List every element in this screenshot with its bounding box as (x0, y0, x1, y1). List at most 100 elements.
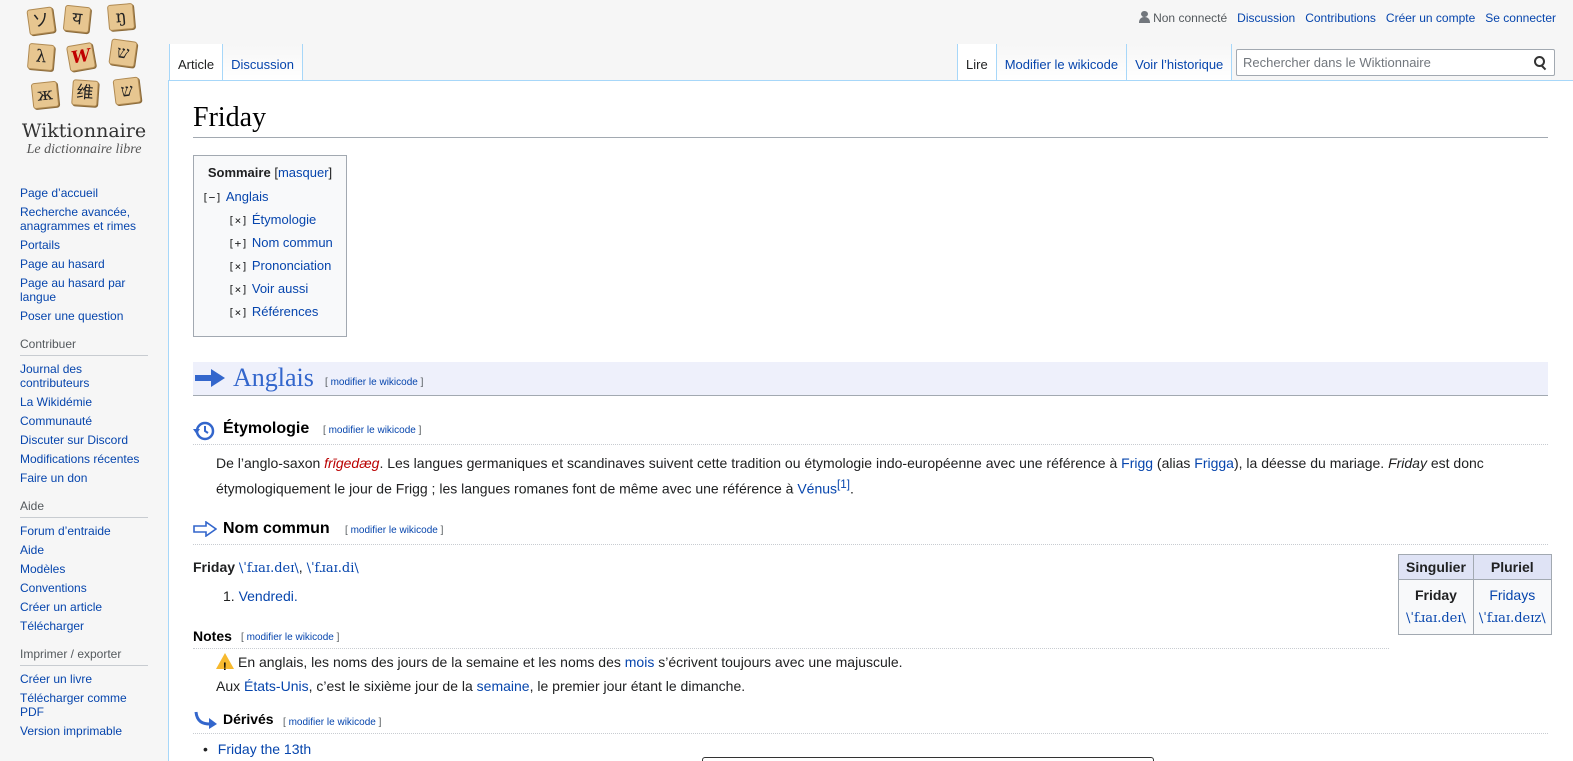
edit-section-link[interactable]: modifier le wikicode (289, 717, 376, 728)
sidebar-item-random-page[interactable]: Page au hasard (20, 257, 105, 271)
etymology-text: De l’anglo-saxon frīgedæg. Les langues g… (216, 452, 1556, 500)
sidebar-item-upload[interactable]: Télécharger (20, 619, 84, 633)
sidebar-item-ask-question[interactable]: Poser une question (20, 309, 123, 323)
etats-unis-link[interactable]: États-Unis (244, 678, 309, 694)
sidebar-item-help[interactable]: Aide (20, 543, 44, 557)
plural-pronunciation[interactable]: \ˈfɹaɪ.deɪz\ (1479, 611, 1546, 626)
frigg-link[interactable]: Frigg (1121, 455, 1153, 471)
sidebar-item-community[interactable]: Communauté (20, 414, 92, 428)
user-icon (1139, 11, 1151, 23)
login-link[interactable]: Se connecter (1485, 11, 1556, 25)
text: . Les langues germaniques et scandinaves… (379, 455, 1122, 471)
personal-discussion-link[interactable]: Discussion (1237, 11, 1295, 25)
toc-item: [×] Prononciation (202, 256, 338, 279)
text: est donc (1426, 455, 1484, 471)
sidebar-item-advanced-search[interactable]: Recherche avancée, anagrammes et rimes (20, 205, 136, 233)
sidebar-item-recent-changes[interactable]: Modifications récentes (20, 452, 139, 466)
logo-tile: य (62, 4, 92, 34)
sidebar-item-conventions[interactable]: Conventions (20, 581, 87, 595)
singular-pronunciation[interactable]: \ˈfɹaɪ.deɪ\ (1406, 611, 1466, 626)
toc-link-anglais[interactable]: Anglais (226, 189, 269, 204)
definition-number: 1. (223, 588, 235, 604)
toc-toggle[interactable]: [×] (228, 260, 248, 273)
headword: Friday (193, 559, 236, 575)
search-box (1236, 49, 1555, 76)
toc-toggle[interactable]: [×] (228, 306, 248, 319)
logo-tile: ж (30, 80, 60, 110)
sidebar-section-aide-title: Aide (20, 499, 148, 518)
pronunciation-link[interactable]: \ˈfɹaɪ.di\ (307, 561, 359, 576)
sidebar-item-create-book[interactable]: Créer un livre (20, 672, 92, 686)
pronunciation-link[interactable]: \ˈfɹaɪ.deɪ\ (239, 561, 299, 576)
sidebar-item-download-pdf[interactable]: Télécharger comme PDF (20, 691, 127, 719)
inflection-header-singular: Singulier (1398, 554, 1474, 580)
edit-section-etymologie: [ modifier le wikicode ] (323, 425, 422, 436)
sidebar-item-help-forum[interactable]: Forum d’entraide (20, 524, 111, 538)
sidebar-item-wikidemie[interactable]: La Wikidémie (20, 395, 92, 409)
inflection-singular-cell: Friday \ˈfɹaɪ.deɪ\ (1398, 579, 1474, 635)
sidebar-item-discord[interactable]: Discuter sur Discord (20, 433, 128, 447)
sidebar-item-contributors-log[interactable]: Journal des contributeurs (20, 362, 89, 390)
sidebar-item-random-page-by-language[interactable]: Page au hasard par langue (20, 276, 125, 304)
toc-link-etymologie[interactable]: Étymologie (252, 212, 316, 227)
text: étymologiquement le jour de Frigg ; les … (216, 480, 798, 497)
frigga-link[interactable]: Frigga (1194, 455, 1234, 471)
edit-section-link[interactable]: modifier le wikicode (247, 632, 334, 643)
mois-link[interactable]: mois (625, 654, 655, 670)
toc-item: [×] Références (202, 302, 338, 325)
tab-article[interactable]: Article (169, 44, 224, 81)
sidebar-item-donate[interactable]: Faire un don (20, 471, 87, 485)
sidebar-contribuer: Journal des contributeurs La Wikidémie C… (20, 362, 148, 485)
toc-toggle[interactable]: [×] (228, 283, 248, 296)
toc-heading: Sommaire (207, 165, 271, 180)
tab-read[interactable]: Lire (957, 44, 997, 81)
sidebar-item-create-article[interactable]: Créer un article (20, 600, 102, 614)
edit-section-link[interactable]: modifier le wikicode (351, 525, 438, 536)
toc-link-prononciation[interactable]: Prononciation (252, 258, 332, 273)
sidebar-item-printable-version[interactable]: Version imprimable (20, 724, 122, 738)
toc-link-voir-aussi[interactable]: Voir aussi (252, 281, 308, 296)
definition-link[interactable]: Vendredi. (239, 588, 298, 604)
toc-item: [×] Étymologie (202, 210, 338, 233)
toc-toggle[interactable]: [+] (228, 237, 248, 250)
tab-history[interactable]: Voir l’historique (1127, 44, 1233, 81)
toc-link-references[interactable]: Références (252, 304, 318, 319)
hollow-arrow-icon (193, 521, 217, 537)
logo-tiles-image: ソ य ŋ λ W ש ж 维 ש (26, 2, 154, 118)
plural-form-link[interactable]: Fridays (1489, 587, 1535, 603)
tab-discussion[interactable]: Discussion (223, 44, 303, 81)
toc-link-nom-commun[interactable]: Nom commun (252, 235, 333, 250)
sidebar: Page d’accueil Recherche avancée, anagra… (20, 186, 148, 743)
toc-toggle[interactable]: [−] (202, 191, 222, 204)
bullet: • (203, 741, 208, 757)
search-input[interactable] (1237, 50, 1522, 75)
toc-hide-link[interactable]: masquer (278, 165, 329, 180)
sidebar-item-home[interactable]: Page d’accueil (20, 186, 98, 200)
create-account-link[interactable]: Créer un compte (1386, 11, 1475, 25)
singular-form: Friday (1414, 587, 1457, 603)
toc-toggle[interactable]: [×] (228, 214, 248, 227)
headword-line: Friday \ˈfɹaɪ.deɪ\, \ˈfɹaɪ.di\ (193, 556, 359, 580)
sidebar-aide: Forum d’entraide Aide Modèles Convention… (20, 524, 148, 633)
derived-list: • Friday the 13th (203, 738, 311, 760)
edit-section-link[interactable]: modifier le wikicode (329, 425, 416, 436)
inflection-header-plural: Pluriel (1472, 554, 1552, 580)
sidebar-item-portals[interactable]: Portails (20, 238, 60, 252)
warning-icon (216, 653, 234, 678)
tab-edit-wikicode[interactable]: Modifier le wikicode (996, 44, 1128, 81)
personal-contributions-link[interactable]: Contributions (1305, 11, 1376, 25)
site-logo[interactable]: ソ य ŋ λ W ש ж 维 ש Wiktionnaire Le dictio… (14, 2, 150, 162)
edit-section-link[interactable]: modifier le wikicode (331, 377, 418, 388)
sidebar-section-contribuer-title: Contribuer (20, 337, 148, 356)
sidebar-item-templates[interactable]: Modèles (20, 562, 65, 576)
venus-link[interactable]: Vénus (797, 481, 837, 497)
search-icon[interactable] (1534, 56, 1547, 69)
notes-line-2: Aux États-Unis, c’est le sixième jour de… (216, 675, 745, 697)
text: , c’est le sixième jour de la (308, 678, 477, 694)
page-title: Friday (193, 101, 1548, 138)
logo-tile: ソ (26, 6, 56, 36)
derived-item-link[interactable]: Friday the 13th (218, 741, 311, 757)
etymon-link[interactable]: frīgedæg (324, 455, 379, 471)
reference-link[interactable]: [1] (837, 478, 850, 491)
semaine-link[interactable]: semaine (477, 678, 530, 694)
